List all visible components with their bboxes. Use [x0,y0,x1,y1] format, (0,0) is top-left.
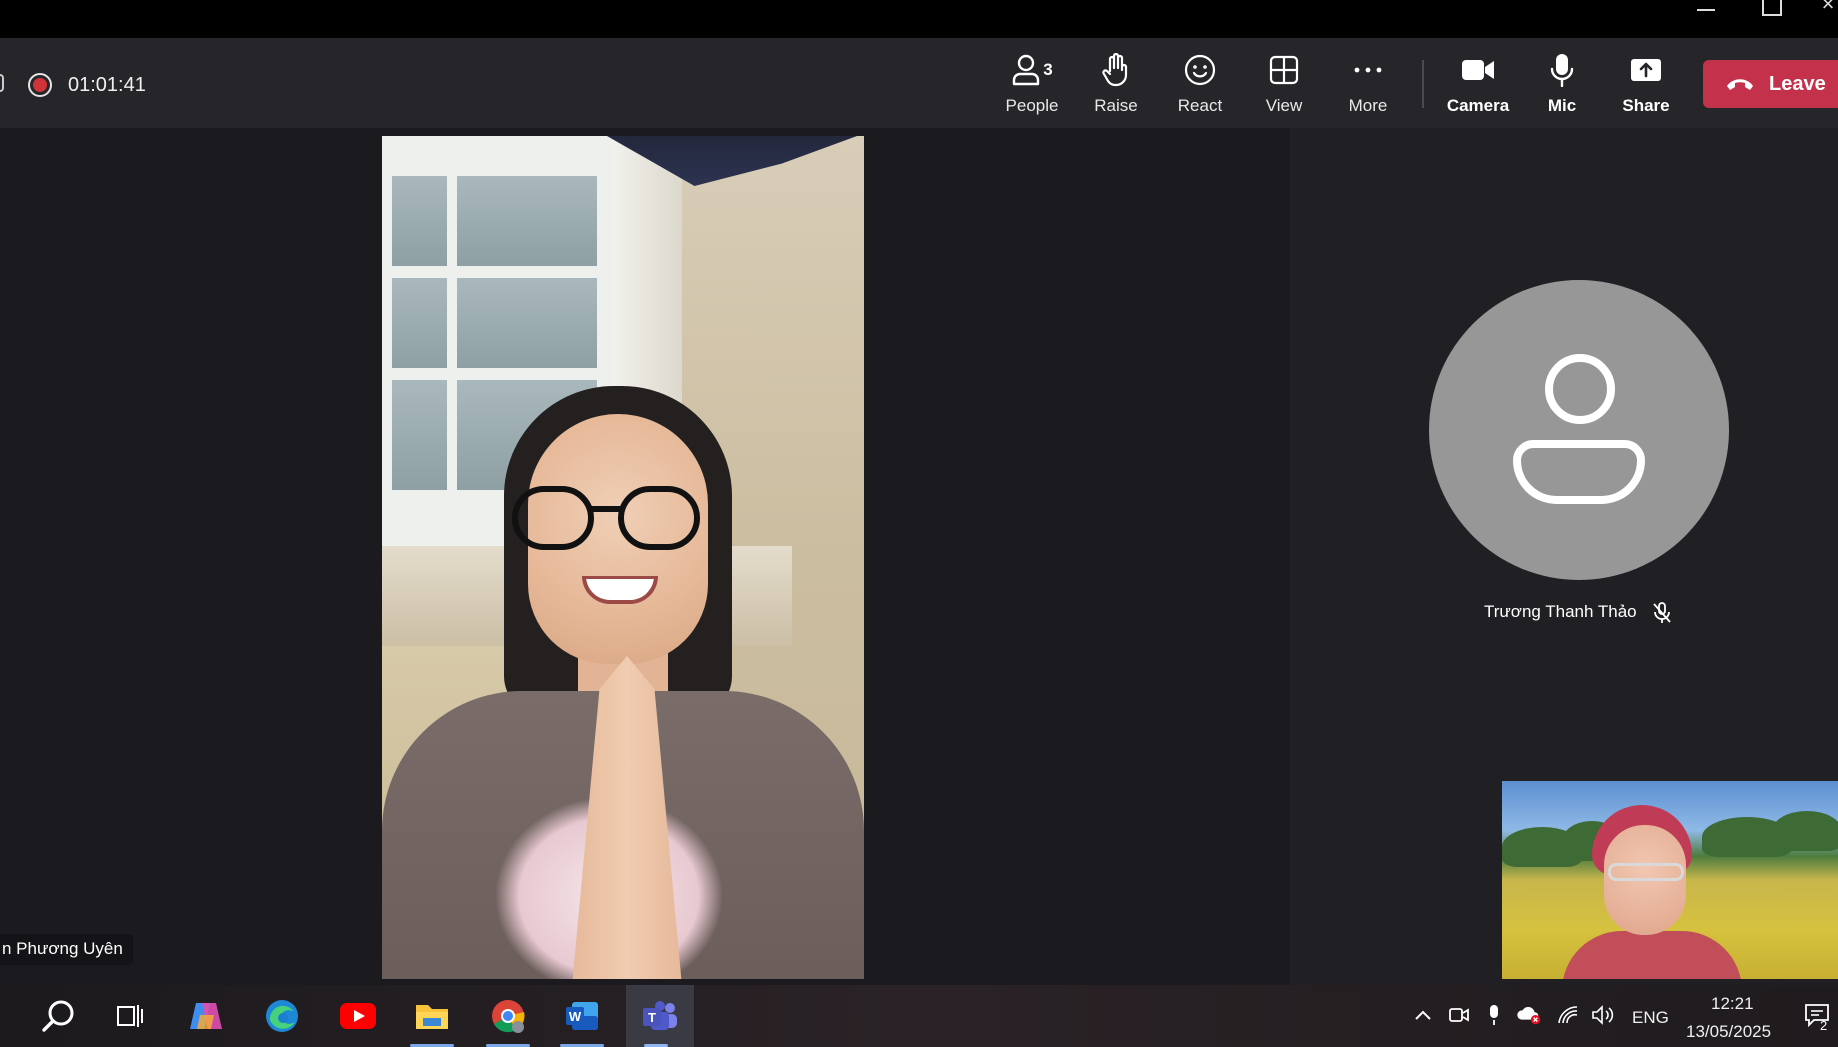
teams-icon: T [643,1001,677,1030]
tray-onedrive-icon[interactable] [1516,1002,1542,1028]
taskbar-chrome[interactable] [478,985,538,1047]
taskbar-edge[interactable] [252,985,312,1047]
sv-tree [1772,811,1838,851]
grid-icon [1269,55,1299,85]
hand-icon [1102,53,1128,87]
avatar-participant-name: Trương Thanh Thảo [1484,602,1637,621]
close-button[interactable]: × [1808,0,1838,15]
camera-button[interactable]: Camera [1436,50,1520,120]
taskbar-word[interactable]: W [552,985,612,1047]
sv-glasses [1608,863,1684,881]
restore-button[interactable] [1752,0,1792,20]
tray-clock-date[interactable]: 13/05/2025 [1686,1022,1771,1042]
svg-text:W: W [569,1009,582,1024]
meeting-timer: 01:01:41 [68,74,146,96]
smiley-icon [1184,54,1216,86]
search-icon [42,1000,74,1032]
raise-label: Raise [1094,96,1138,115]
youtube-icon [340,1003,376,1029]
panel-toggle-icon[interactable] [0,74,4,92]
taskbar-copilot[interactable] [176,985,236,1047]
participant-name-tag: n Phương Uyên [0,934,133,965]
people-count: 3 [1043,60,1053,79]
raise-hand-button[interactable]: Raise [1074,50,1158,120]
tray-wifi-icon[interactable] [1555,1002,1581,1028]
copilot-icon [190,1003,222,1029]
people-label: People [1005,96,1059,115]
participant-avatar[interactable] [1429,280,1729,580]
glasses-bridge [590,506,622,512]
folder-icon [416,1005,448,1029]
taskbar-search[interactable] [28,985,88,1047]
tray-language[interactable]: ENG [1632,1008,1669,1028]
avatar-body-icon [1513,440,1645,504]
notification-count: 2 [1820,1018,1828,1033]
more-button[interactable]: More [1326,50,1410,120]
task-view-icon [117,1005,143,1027]
taskbar-task-view[interactable] [100,985,160,1047]
word-icon: W [566,1002,598,1030]
mic-label: Mic [1547,96,1577,115]
leave-label: Leave [1769,72,1826,95]
taskbar-youtube[interactable] [328,985,388,1047]
people-button[interactable]: 3 People [990,50,1074,120]
share-button[interactable]: Share [1604,50,1688,120]
more-label: More [1348,96,1388,115]
glasses-right [618,486,700,550]
camera-icon [1462,60,1494,80]
tray-microphone-icon[interactable] [1481,1002,1507,1028]
svg-text:T: T [648,1010,656,1025]
tray-camera-icon[interactable] [1446,1002,1472,1028]
taskbar-file-explorer[interactable] [402,985,462,1047]
people-icon [1013,54,1040,86]
tray-volume-icon[interactable] [1590,1002,1616,1028]
share-icon [1631,59,1661,81]
microphone-icon [1550,54,1574,87]
tray-chevron-up-icon[interactable] [1410,1002,1436,1028]
camera-label: Camera [1446,96,1510,115]
mic-button[interactable]: Mic [1520,50,1604,120]
minimize-button[interactable] [1686,0,1726,20]
record-icon [28,73,52,97]
title-bar: × [0,0,1838,38]
share-label: Share [1622,96,1670,115]
self-video-preview[interactable] [1502,781,1838,979]
sv-body [1562,931,1742,979]
more-icon [1354,67,1382,73]
leave-button[interactable]: Leave [1703,60,1838,108]
taskbar-teams[interactable]: T [626,985,694,1047]
edge-icon [266,1000,298,1032]
muted-mic-icon [1652,602,1672,629]
chrome-icon [492,1000,525,1033]
participant-video[interactable] [382,136,864,979]
glasses-left [512,486,594,550]
toolbar-divider [1422,60,1424,108]
view-label: View [1265,96,1303,115]
react-button[interactable]: React [1158,50,1242,120]
avatar-head-icon [1545,354,1615,424]
hang-up-icon [1727,79,1753,90]
react-label: React [1177,96,1223,115]
view-button[interactable]: View [1242,50,1326,120]
meeting-stage: n Phương Uyên Trương Thanh Thảo [0,128,1838,985]
tray-clock-time[interactable]: 12:21 [1711,994,1754,1014]
